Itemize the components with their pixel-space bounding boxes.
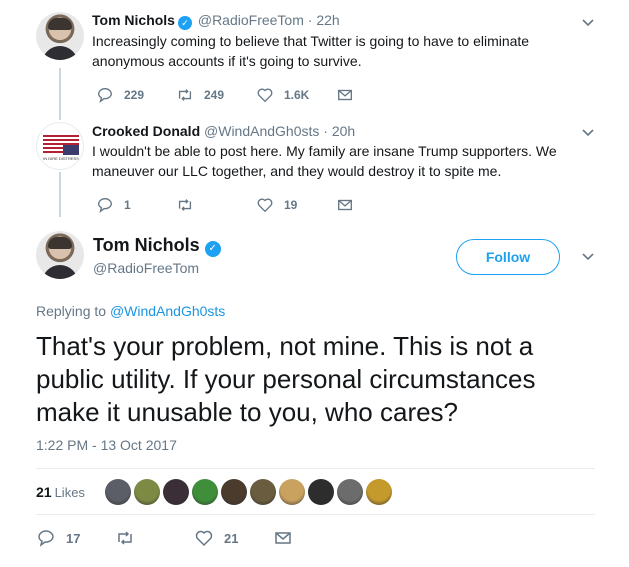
avatar[interactable] (36, 231, 84, 279)
liker-avatar[interactable] (365, 479, 392, 505)
reply-button[interactable]: 229 (96, 86, 176, 104)
like-icon (257, 198, 273, 213)
dm-icon (275, 532, 291, 544)
timestamp[interactable]: 20h (332, 123, 355, 139)
dm-button[interactable] (336, 86, 416, 104)
dm-button[interactable] (336, 196, 416, 214)
mention-link[interactable]: @WindAndGh0sts (110, 303, 225, 319)
chevron-down-icon[interactable] (581, 126, 595, 140)
dm-icon (338, 89, 352, 101)
like-icon (257, 88, 273, 103)
main-tweet-actions: 17 21 (36, 528, 352, 548)
replying-to: Replying to @WindAndGh0sts (36, 303, 225, 319)
thread-line-2 (59, 172, 61, 217)
reply-count: 1 (124, 198, 131, 212)
like-button[interactable]: 21 (194, 528, 273, 548)
thread-line-1 (59, 68, 61, 120)
reply-button[interactable]: 17 (36, 528, 115, 548)
reply-button[interactable]: 1 (96, 196, 176, 214)
timestamp[interactable]: 1:22 PM - 13 Oct 2017 (36, 437, 177, 453)
retweet-button[interactable] (176, 196, 256, 214)
liker-avatars (104, 479, 395, 505)
author-name[interactable]: Tom Nichols ✓ (93, 235, 223, 257)
liker-avatar[interactable] (249, 479, 276, 505)
like-count: 21 (224, 530, 239, 546)
chevron-down-icon[interactable] (581, 16, 595, 30)
tweet-text: I wouldn't be able to post here. My fami… (92, 143, 557, 179)
flag-image (43, 135, 79, 155)
liker-avatar[interactable] (278, 479, 305, 505)
likes-row: 21 Likes (36, 477, 395, 507)
reply-icon (38, 530, 54, 547)
divider (36, 468, 595, 469)
likes-label[interactable]: Likes (55, 485, 85, 500)
likes-count[interactable]: 21 (36, 484, 52, 500)
tweet-2[interactable]: Crooked Donald @WindAndGh0sts · 20h I wo… (92, 122, 589, 181)
liker-avatar[interactable] (133, 479, 160, 505)
reply-count: 229 (124, 88, 145, 102)
avatar[interactable] (36, 12, 84, 60)
divider (36, 514, 595, 515)
avatar[interactable]: IN DIRE DISTRESS (36, 122, 84, 170)
reply-icon (98, 198, 112, 213)
avatar-caption: IN DIRE DISTRESS (43, 156, 79, 161)
replying-prefix: Replying to (36, 303, 110, 319)
retweet-count: 249 (204, 88, 225, 102)
retweet-button[interactable]: 249 (176, 86, 256, 104)
tweet-1[interactable]: Tom Nichols ✓ @RadioFreeTom · 22h Increas… (92, 11, 589, 71)
author-handle[interactable]: @WindAndGh0sts (204, 123, 319, 139)
tweet-2-actions: 1 19 (96, 196, 416, 214)
like-icon (195, 530, 213, 547)
reply-icon (98, 88, 112, 103)
dm-icon (338, 199, 352, 211)
retweet-button[interactable] (115, 528, 194, 548)
separator: · (323, 123, 328, 139)
liker-avatar[interactable] (220, 479, 247, 505)
like-button[interactable]: 19 (256, 196, 336, 214)
retweet-icon (178, 199, 192, 211)
liker-avatar[interactable] (336, 479, 363, 505)
tweet-1-actions: 229 249 1.6K (96, 86, 416, 104)
author-handle[interactable]: @RadioFreeTom (198, 12, 304, 28)
liker-avatar[interactable] (307, 479, 334, 505)
verified-icon: ✓ (177, 16, 192, 30)
tweet-text: Increasingly coming to believe that Twit… (92, 33, 530, 69)
like-count: 19 (284, 198, 298, 212)
retweet-icon (118, 531, 132, 545)
liker-avatar[interactable] (191, 479, 218, 505)
verified-icon: ✓ (204, 241, 221, 257)
liker-avatar[interactable] (162, 479, 189, 505)
author-name[interactable]: Crooked Donald (92, 123, 200, 139)
separator: · (307, 12, 313, 28)
chevron-down-icon[interactable] (581, 250, 595, 264)
author-name-text: Tom Nichols (93, 235, 200, 255)
follow-button[interactable]: Follow (456, 239, 560, 275)
tweet-text: That's your problem, not mine. This is n… (36, 331, 536, 427)
dm-button[interactable] (273, 528, 352, 548)
author-handle[interactable]: @RadioFreeTom (93, 260, 199, 276)
timestamp[interactable]: 22h (316, 12, 339, 28)
like-count: 1.6K (284, 88, 310, 102)
like-button[interactable]: 1.6K (256, 86, 336, 104)
retweet-icon (178, 89, 192, 101)
liker-avatar[interactable] (104, 479, 131, 505)
author-name[interactable]: Tom Nichols (92, 12, 175, 28)
reply-count: 17 (66, 530, 81, 546)
